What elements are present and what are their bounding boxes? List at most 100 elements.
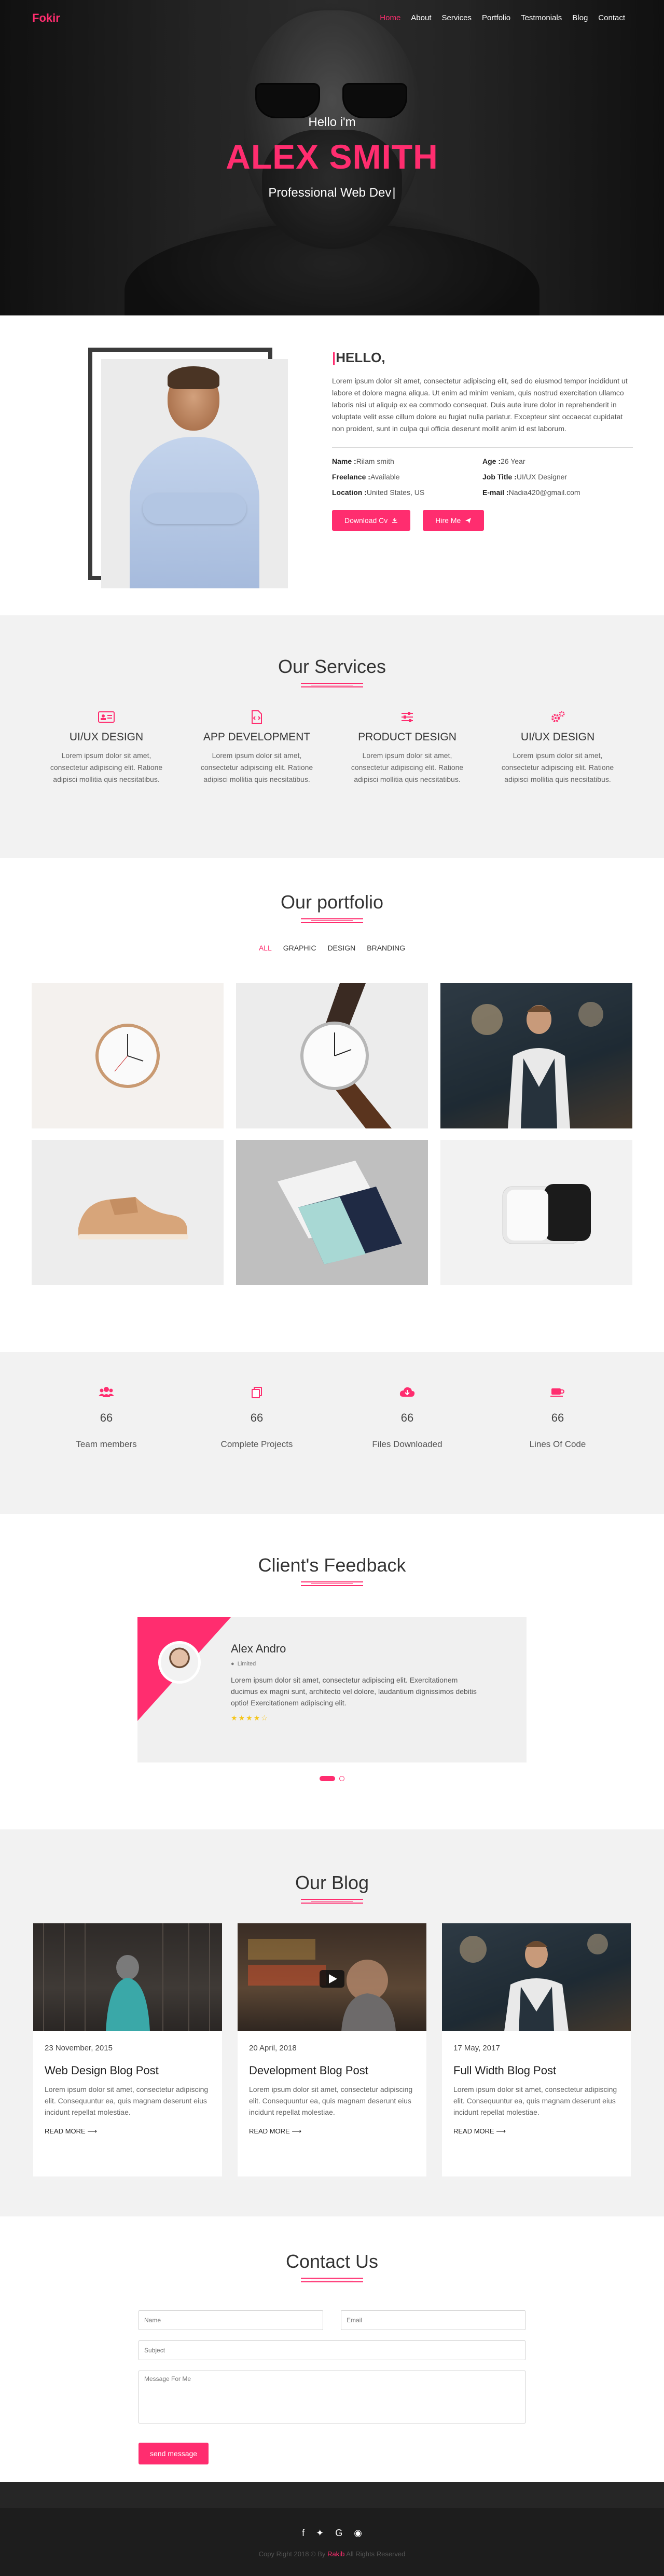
- blog-video-thumbnail[interactable]: [238, 1923, 426, 2031]
- client-location: ● Limited: [231, 1661, 256, 1667]
- title-underline: [301, 1581, 363, 1586]
- blog-grid: 23 November, 2015 Web Design Blog Post L…: [33, 1923, 631, 2176]
- cogs-icon: [549, 709, 566, 725]
- profile-photo: [101, 359, 288, 588]
- blog-card: 23 November, 2015 Web Design Blog Post L…: [33, 1923, 222, 2176]
- star-empty-icon: ☆: [261, 1714, 269, 1722]
- about-title: |HELLO,: [332, 350, 385, 365]
- service-title: UI/UX DESIGN: [69, 731, 144, 743]
- info-location: Location :United States, US: [332, 488, 425, 497]
- read-more-link[interactable]: READ MORE ⟶: [249, 2127, 301, 2136]
- blog-excerpt: Lorem ipsum dolor sit amet, consectetur …: [45, 2085, 209, 2116]
- carousel-dot[interactable]: [339, 1776, 344, 1781]
- message-field[interactable]: [139, 2371, 525, 2423]
- portfolio-grid: [32, 983, 632, 1285]
- download-icon: [392, 518, 398, 523]
- portfolio-filters: ALL GRAPHIC DESIGN BRANDING: [0, 944, 664, 952]
- counter-item: 66 Files Downloaded: [332, 1386, 482, 1450]
- blog-post-title[interactable]: Web Design Blog Post: [45, 2064, 211, 2077]
- sliders-icon: [398, 709, 416, 725]
- github-icon[interactable]: ◉: [354, 2528, 362, 2539]
- read-more-link[interactable]: READ MORE ⟶: [45, 2127, 97, 2136]
- author-link[interactable]: Rakib: [327, 2550, 344, 2558]
- twitter-icon[interactable]: ✦: [316, 2528, 324, 2539]
- top-navbar: Fokir Home About Services Portfolio Test…: [0, 0, 664, 35]
- carousel-dot-active[interactable]: [320, 1776, 335, 1781]
- hero-name: ALEX SMITH: [226, 137, 438, 176]
- portfolio-item-business-cards[interactable]: [236, 1140, 428, 1285]
- service-title: APP DEVELOPMENT: [203, 731, 311, 743]
- nav-item-contact[interactable]: Contact: [598, 13, 625, 22]
- title-underline: [301, 1899, 363, 1904]
- portfolio-item-man-in-vest[interactable]: [440, 983, 632, 1128]
- nav-item-portfolio[interactable]: Portfolio: [482, 13, 510, 22]
- name-field[interactable]: [139, 2310, 323, 2330]
- star-icon: ★: [253, 1714, 261, 1722]
- portfolio-item-power-bank[interactable]: [440, 1140, 632, 1285]
- nav-item-home[interactable]: Home: [380, 13, 400, 22]
- feedback-section: Client's Feedback Alex Andro ● Limited L…: [0, 1514, 664, 1829]
- carousel-dots: [0, 1776, 664, 1781]
- blog-card: 20 April, 2018 Development Blog Post Lor…: [238, 1923, 426, 2176]
- portfolio-item-wrist-watch[interactable]: [236, 983, 428, 1128]
- about-section: |HELLO, Lorem ipsum dolor sit amet, cons…: [0, 315, 664, 615]
- client-name: Alex Andro: [231, 1642, 286, 1655]
- filter-all[interactable]: ALL: [259, 944, 272, 952]
- counter-grid: 66 Team members 66 Complete Projects 66 …: [31, 1352, 633, 1450]
- portfolio-item-sneaker[interactable]: [32, 1140, 224, 1285]
- counter-number: 66: [100, 1411, 113, 1424]
- blog-image[interactable]: [442, 1923, 631, 2031]
- service-card: APP DEVELOPMENT Lorem ipsum dolor sit am…: [182, 709, 332, 786]
- hire-me-button[interactable]: Hire Me: [423, 510, 485, 531]
- download-cv-button[interactable]: Download Cv: [332, 510, 411, 531]
- blog-date: 17 May, 2017: [453, 2044, 500, 2052]
- subject-field[interactable]: [139, 2340, 525, 2360]
- info-freelance: Freelance :Available: [332, 473, 400, 481]
- blog-date: 23 November, 2015: [45, 2044, 113, 2052]
- counter-number: 66: [400, 1411, 414, 1424]
- info-email: E-mail :Nadia420@gmail.com: [482, 488, 580, 497]
- send-message-button[interactable]: send message: [139, 2443, 209, 2464]
- blog-excerpt: Lorem ipsum dolor sit amet, consectetur …: [249, 2085, 413, 2116]
- blog-image[interactable]: [33, 1923, 222, 2031]
- feedback-title: Client's Feedback: [258, 1554, 406, 1576]
- blog-title: Our Blog: [295, 1872, 369, 1893]
- divider: [332, 447, 633, 448]
- about-content: |HELLO, Lorem ipsum dolor sit amet, cons…: [332, 350, 633, 531]
- nav-item-services[interactable]: Services: [442, 13, 472, 22]
- blog-post-title[interactable]: Full Width Blog Post: [453, 2064, 619, 2077]
- facebook-icon[interactable]: f: [302, 2528, 305, 2539]
- hero-role: Professional Web Dev: [0, 186, 664, 200]
- nav-item-about[interactable]: About: [411, 13, 431, 22]
- google-icon[interactable]: G: [335, 2528, 342, 2539]
- blog-excerpt: Lorem ipsum dolor sit amet, consectetur …: [453, 2085, 617, 2116]
- services-title: Our Services: [278, 656, 386, 677]
- read-more-link[interactable]: READ MORE ⟶: [453, 2127, 506, 2136]
- footer: f ✦ G ◉ Copy Right 2018 © By Rakib All R…: [0, 2482, 664, 2576]
- users-icon: [31, 1386, 182, 1402]
- brand-logo[interactable]: Fokir: [32, 11, 60, 25]
- blog-post-title[interactable]: Development Blog Post: [249, 2064, 415, 2077]
- filter-graphic[interactable]: GRAPHIC: [283, 944, 316, 952]
- testimonial-text: Lorem ipsum dolor sit amet, consectetur …: [231, 1676, 477, 1707]
- email-field[interactable]: [341, 2310, 525, 2330]
- avatar: [158, 1641, 201, 1684]
- info-name: Name :Rilam smith: [332, 457, 394, 465]
- info-job-title: Job Title :UI/UX Designer: [482, 473, 568, 481]
- contact-section: Contact Us send message: [0, 2216, 664, 2482]
- counter-label: Lines Of Code: [529, 1439, 586, 1449]
- filter-design[interactable]: DESIGN: [328, 944, 356, 952]
- nav-item-testimonials[interactable]: Testmonials: [521, 13, 562, 22]
- contact-form: send message: [139, 2310, 525, 2464]
- arrow-right-icon: ⟶: [496, 2127, 506, 2135]
- hero-greeting: Hello i'm: [308, 115, 356, 129]
- nav-item-blog[interactable]: Blog: [572, 13, 588, 22]
- arrow-right-icon: ⟶: [292, 2127, 301, 2135]
- star-icon: ★: [246, 1714, 254, 1722]
- filter-branding[interactable]: BRANDING: [367, 944, 405, 952]
- counter-number: 66: [551, 1411, 564, 1424]
- portfolio-title: Our portfolio: [280, 891, 384, 913]
- counter-label: Complete Projects: [220, 1439, 293, 1449]
- portfolio-item-wall-clock[interactable]: [32, 983, 224, 1128]
- service-card: UI/UX DESIGN Lorem ipsum dolor sit amet,…: [482, 709, 633, 786]
